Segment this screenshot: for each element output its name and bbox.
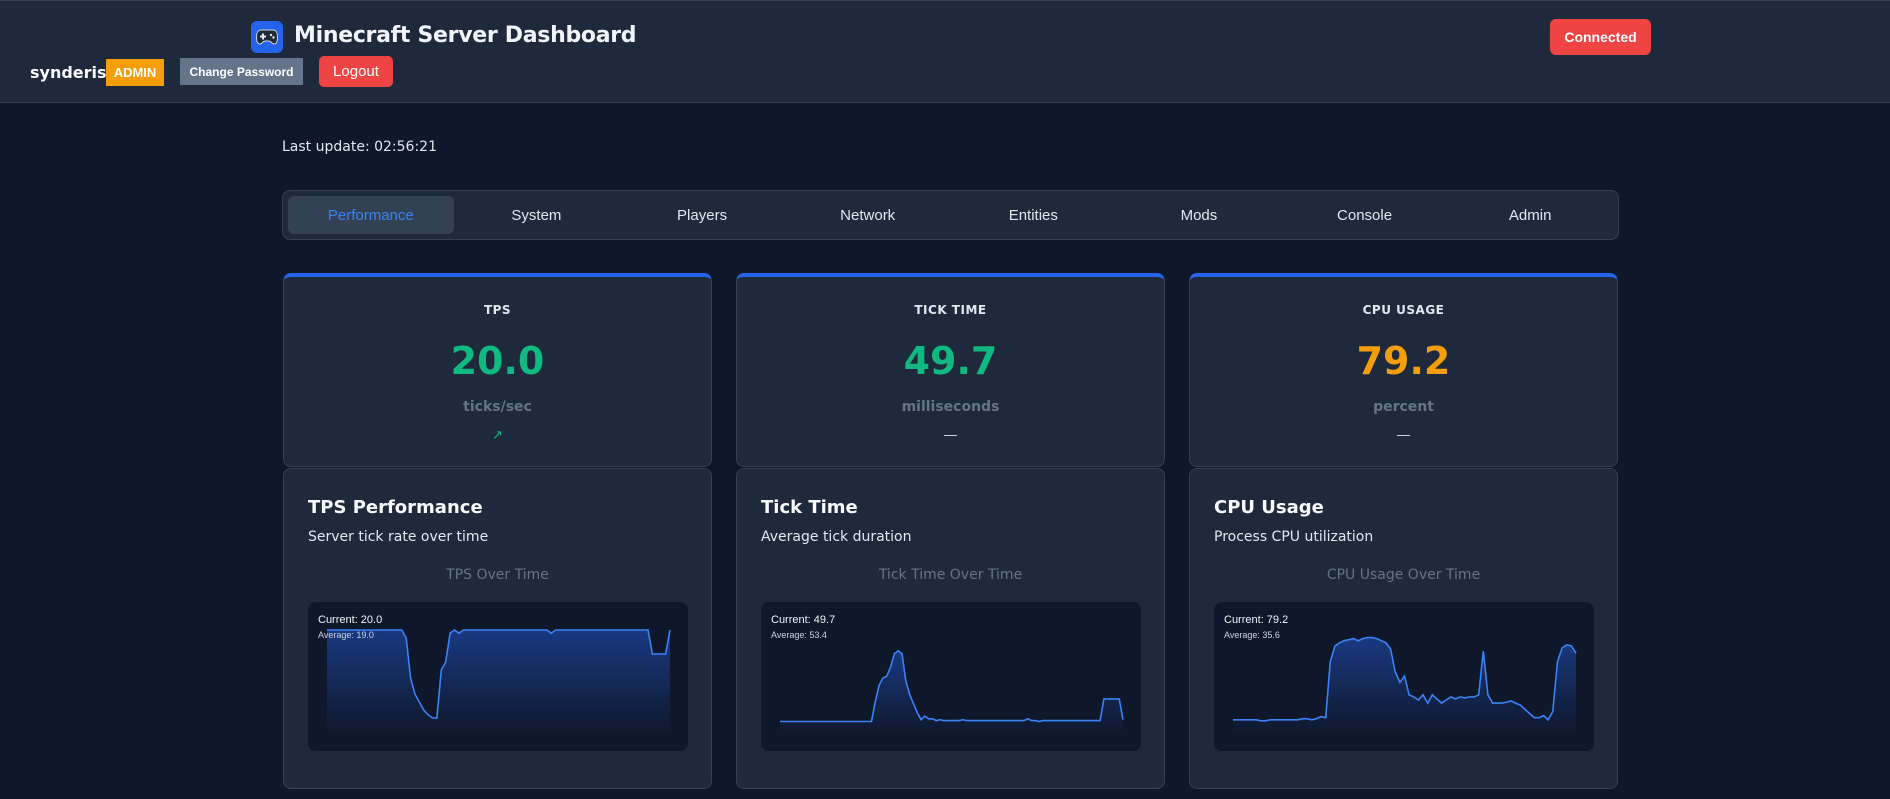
- series-area: [327, 630, 670, 732]
- chart-caption: CPU Usage Over Time: [1326, 567, 1481, 583]
- chart-title: TPS Performance: [308, 497, 483, 518]
- chart-current-value: Current: 49.7: [771, 614, 836, 626]
- tab-network[interactable]: Network: [785, 196, 951, 234]
- stat-value: 79.2: [1356, 339, 1451, 383]
- chart-caption: Tick Time Over Time: [878, 567, 1023, 583]
- last-update-timestamp: Last update: 02:56:21: [282, 139, 437, 155]
- trend-flat-icon: —: [944, 427, 957, 442]
- chart-average-value: Average: 19.0: [318, 630, 374, 640]
- stat-label: CPU USAGE: [1362, 303, 1445, 317]
- stat-label: TPS: [483, 303, 512, 317]
- chart-current-value: Current: 20.0: [318, 614, 383, 626]
- stat-card-tick-time: TICK TIME 49.7 milliseconds —: [736, 273, 1165, 467]
- tps-chart: Current: 20.0 Average: 19.0: [308, 602, 688, 751]
- trend-flat-icon: —: [1397, 427, 1410, 442]
- tab-system[interactable]: System: [454, 196, 620, 234]
- username: synderis: [30, 63, 107, 82]
- logout-button[interactable]: Logout: [319, 56, 393, 87]
- chart-card-tick-time: Tick Time Average tick duration Tick Tim…: [736, 468, 1165, 789]
- stat-value: 49.7: [903, 339, 998, 383]
- chart-average-value: Average: 53.4: [771, 630, 827, 640]
- chart-card-cpu-usage: CPU Usage Process CPU utilization CPU Us…: [1189, 468, 1618, 789]
- stat-label: TICK TIME: [914, 303, 987, 317]
- tab-players[interactable]: Players: [619, 196, 785, 234]
- chart-average-value: Average: 35.6: [1224, 630, 1280, 640]
- tab-console[interactable]: Console: [1282, 196, 1448, 234]
- chart-caption: TPS Over Time: [446, 567, 549, 583]
- trend-up-icon: ↗: [492, 427, 503, 442]
- chart-card-tps: TPS Performance Server tick rate over ti…: [283, 468, 712, 789]
- stat-unit: ticks/sec: [463, 399, 532, 415]
- stat-value: 20.0: [450, 339, 545, 383]
- chart-subtitle: Server tick rate over time: [308, 529, 489, 545]
- role-badge: ADMIN: [106, 59, 164, 86]
- stat-unit: percent: [1373, 399, 1434, 415]
- chart-title: Tick Time: [761, 497, 858, 518]
- series-area: [1233, 637, 1576, 732]
- tab-entities[interactable]: Entities: [951, 196, 1117, 234]
- stat-unit: milliseconds: [901, 399, 1000, 415]
- chart-subtitle: Process CPU utilization: [1214, 529, 1374, 545]
- app-header: Minecraft Server Dashboard synderis ADMI…: [0, 0, 1890, 103]
- series-line: [780, 649, 1124, 723]
- tab-admin[interactable]: Admin: [1447, 196, 1613, 234]
- change-password-button[interactable]: Change Password: [180, 58, 303, 85]
- stat-card-tps: TPS 20.0 ticks/sec ↗: [283, 273, 712, 467]
- cpu-usage-chart: Current: 79.2 Average: 35.6: [1214, 602, 1594, 751]
- tab-mods[interactable]: Mods: [1116, 196, 1282, 234]
- gamepad-icon-svg: [256, 29, 278, 45]
- tab-bar: Performance System Players Network Entit…: [282, 190, 1619, 240]
- chart-title: CPU Usage: [1214, 497, 1324, 518]
- connection-status-badge: Connected: [1550, 19, 1651, 55]
- chart-subtitle: Average tick duration: [761, 529, 912, 545]
- app-title: Minecraft Server Dashboard: [294, 23, 637, 48]
- chart-current-value: Current: 79.2: [1224, 614, 1289, 626]
- stat-card-cpu-usage: CPU USAGE 79.2 percent —: [1189, 273, 1618, 467]
- tick-time-chart: Current: 49.7 Average: 53.4: [761, 602, 1141, 751]
- tab-performance[interactable]: Performance: [288, 196, 454, 234]
- gamepad-icon: [251, 21, 283, 53]
